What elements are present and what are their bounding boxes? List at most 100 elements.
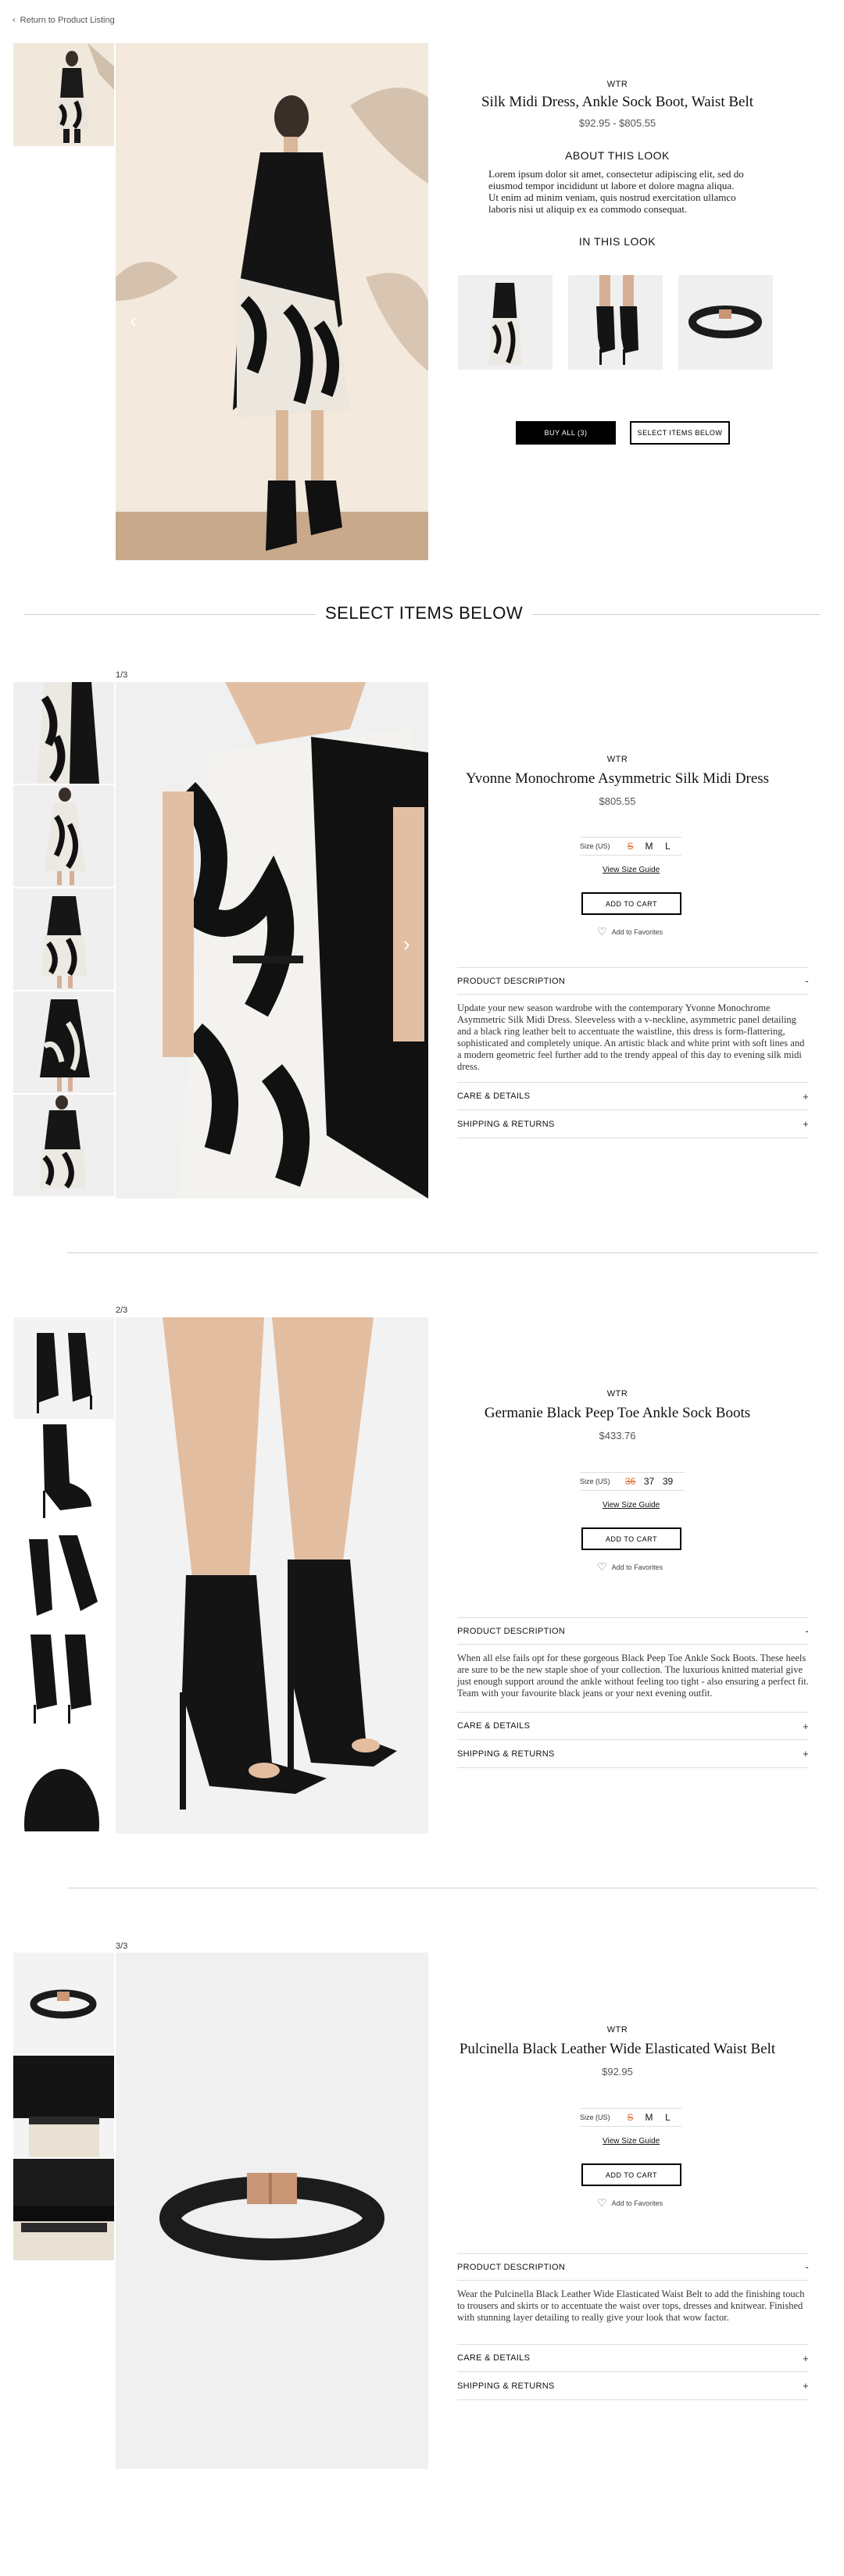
product-3-price: $92.95 xyxy=(602,2066,633,2078)
product-1-size-selector: Size (US) S M L xyxy=(580,837,681,856)
product-3-care-toggle[interactable]: CARE & DETAILS + xyxy=(457,2344,809,2372)
product-1-shipping-toggle[interactable]: SHIPPING & RETURNS + xyxy=(457,1110,809,1138)
product-3-favorites[interactable]: ♡ Add to Favorites xyxy=(597,2196,663,2210)
product-1-accordion: PRODUCT DESCRIPTION - Update your new se… xyxy=(457,967,809,1138)
product-3-thumb-3[interactable] xyxy=(13,2159,114,2260)
product-2-brand: WTR xyxy=(606,1389,628,1399)
favorites-label: Add to Favorites xyxy=(611,927,663,936)
product-2-shipping-toggle[interactable]: SHIPPING & RETURNS + xyxy=(457,1740,809,1768)
product-2-thumb-5[interactable] xyxy=(13,1730,114,1831)
product-3-description-toggle[interactable]: PRODUCT DESCRIPTION - xyxy=(457,2254,809,2281)
chevron-left-icon: ‹ xyxy=(13,16,16,25)
product-3-thumb-2[interactable] xyxy=(13,2056,114,2157)
plus-icon: + xyxy=(803,1748,809,1760)
size-label: Size (US) xyxy=(580,2113,610,2121)
product-3-counter: 3/3 xyxy=(116,1942,128,1951)
product-3-shipping-toggle[interactable]: SHIPPING & RETURNS + xyxy=(457,2372,809,2400)
product-1-counter: 1/3 xyxy=(116,670,128,680)
buy-all-button[interactable]: BUY ALL (3) xyxy=(516,421,616,445)
product-3-add-to-cart-button[interactable]: ADD TO CART xyxy=(581,2163,681,2186)
product-1-favorites[interactable]: ♡ Add to Favorites xyxy=(597,925,663,938)
product-2-description-toggle[interactable]: PRODUCT DESCRIPTION - xyxy=(457,1618,809,1645)
about-look-text: Lorem ipsum dolor sit amet, consectetur … xyxy=(488,168,744,215)
product-2-add-to-cart-button[interactable]: ADD TO CART xyxy=(581,1527,681,1550)
about-look-heading: ABOUT THIS LOOK xyxy=(565,149,670,162)
product-2-thumb-2[interactable] xyxy=(13,1420,114,1522)
product-1-thumb-3[interactable] xyxy=(13,888,114,990)
section-divider xyxy=(67,1252,817,1253)
size-label: Size (US) xyxy=(580,842,610,850)
select-items-below-button[interactable]: SELECT ITEMS BELOW xyxy=(630,421,730,445)
product-3-accordion: PRODUCT DESCRIPTION - Wear the Pulcinell… xyxy=(457,2253,809,2400)
description-heading: PRODUCT DESCRIPTION xyxy=(457,976,566,986)
back-to-listing-link[interactable]: ‹ Return to Product Listing xyxy=(13,16,115,25)
product-2-description: When all else fails opt for these gorgeo… xyxy=(457,1652,809,1699)
product-3-thumb-1[interactable] xyxy=(13,1953,114,2054)
size-option-m[interactable]: M xyxy=(640,2112,659,2123)
product-1-description-toggle[interactable]: PRODUCT DESCRIPTION - xyxy=(457,968,809,995)
product-3-brand: WTR xyxy=(606,2025,628,2035)
product-2-thumb-1[interactable] xyxy=(13,1317,114,1419)
in-look-boots-thumbnail[interactable] xyxy=(568,275,663,370)
product-3-main-image xyxy=(116,1953,428,2469)
product-1-main-image: › xyxy=(116,682,428,1199)
product-2-title: Germanie Black Peep Toe Ankle Sock Boots xyxy=(484,1405,751,1421)
size-option-l[interactable]: L xyxy=(659,2112,678,2123)
size-option-m[interactable]: M xyxy=(640,841,659,852)
in-look-dress-thumbnail[interactable] xyxy=(458,275,553,370)
look-thumbnail[interactable] xyxy=(13,43,114,146)
care-heading: CARE & DETAILS xyxy=(457,2353,531,2363)
product-2-care-toggle[interactable]: CARE & DETAILS + xyxy=(457,1712,809,1740)
back-link-label: Return to Product Listing xyxy=(20,16,115,25)
shipping-heading: SHIPPING & RETURNS xyxy=(457,2381,555,2391)
chevron-left-icon[interactable]: ‹ xyxy=(130,309,137,333)
product-2-favorites[interactable]: ♡ Add to Favorites xyxy=(597,1560,663,1574)
size-option-39[interactable]: 39 xyxy=(659,1476,678,1487)
size-option-s[interactable]: S xyxy=(621,841,640,852)
in-look-belt-thumbnail[interactable] xyxy=(678,275,773,370)
product-2-counter: 2/3 xyxy=(116,1306,128,1315)
product-3-size-selector: Size (US) S M L xyxy=(580,2108,681,2127)
product-1-thumb-1[interactable] xyxy=(13,682,114,784)
minus-icon: - xyxy=(805,975,809,987)
size-label: Size (US) xyxy=(580,1477,610,1485)
product-2-main-image xyxy=(116,1317,428,1834)
in-this-look-heading: IN THIS LOOK xyxy=(578,235,656,248)
care-heading: CARE & DETAILS xyxy=(457,1721,531,1731)
select-items-heading: SELECT ITEMS BELOW xyxy=(316,603,533,623)
product-1-thumb-5[interactable] xyxy=(13,1095,114,1196)
size-option-36[interactable]: 36 xyxy=(621,1476,640,1487)
look-thumbnail-image xyxy=(13,43,114,146)
product-2-thumb-3[interactable] xyxy=(13,1524,114,1625)
product-2-price: $433.76 xyxy=(599,1430,636,1442)
size-option-37[interactable]: 37 xyxy=(640,1476,659,1487)
product-1-brand: WTR xyxy=(606,755,628,764)
look-title: Silk Midi Dress, Ankle Sock Boot, Waist … xyxy=(481,94,754,110)
product-2-size-guide-link[interactable]: View Size Guide xyxy=(603,1501,660,1510)
description-heading: PRODUCT DESCRIPTION xyxy=(457,2262,566,2272)
product-3-title: Pulcinella Black Leather Wide Elasticate… xyxy=(459,2041,776,2057)
size-option-l[interactable]: L xyxy=(659,841,678,852)
shipping-heading: SHIPPING & RETURNS xyxy=(457,1749,555,1759)
heart-icon: ♡ xyxy=(597,2196,607,2209)
chevron-right-icon[interactable]: › xyxy=(403,932,410,956)
product-1-title: Yvonne Monochrome Asymmetric Silk Midi D… xyxy=(465,770,770,787)
product-2-size-selector: Size (US) 36 37 39 xyxy=(580,1472,685,1491)
product-2-thumb-4[interactable] xyxy=(13,1627,114,1728)
favorites-label: Add to Favorites xyxy=(611,1563,663,1571)
product-1-thumb-2[interactable] xyxy=(13,785,114,887)
minus-icon: - xyxy=(805,1625,809,1637)
product-1-size-guide-link[interactable]: View Size Guide xyxy=(603,866,660,874)
favorites-label: Add to Favorites xyxy=(611,2199,663,2207)
product-3-size-guide-link[interactable]: View Size Guide xyxy=(603,2137,660,2145)
size-option-s[interactable]: S xyxy=(621,2112,640,2123)
product-1-add-to-cart-button[interactable]: ADD TO CART xyxy=(581,892,681,915)
product-1-care-toggle[interactable]: CARE & DETAILS + xyxy=(457,1082,809,1110)
heart-icon: ♡ xyxy=(597,925,607,938)
plus-icon: + xyxy=(803,2352,809,2364)
heart-icon: ♡ xyxy=(597,1560,607,1573)
plus-icon: + xyxy=(803,1118,809,1130)
product-1-price: $805.55 xyxy=(599,795,636,807)
product-1-thumb-4[interactable] xyxy=(13,991,114,1093)
product-3-description: Wear the Pulcinella Black Leather Wide E… xyxy=(457,2288,805,2323)
